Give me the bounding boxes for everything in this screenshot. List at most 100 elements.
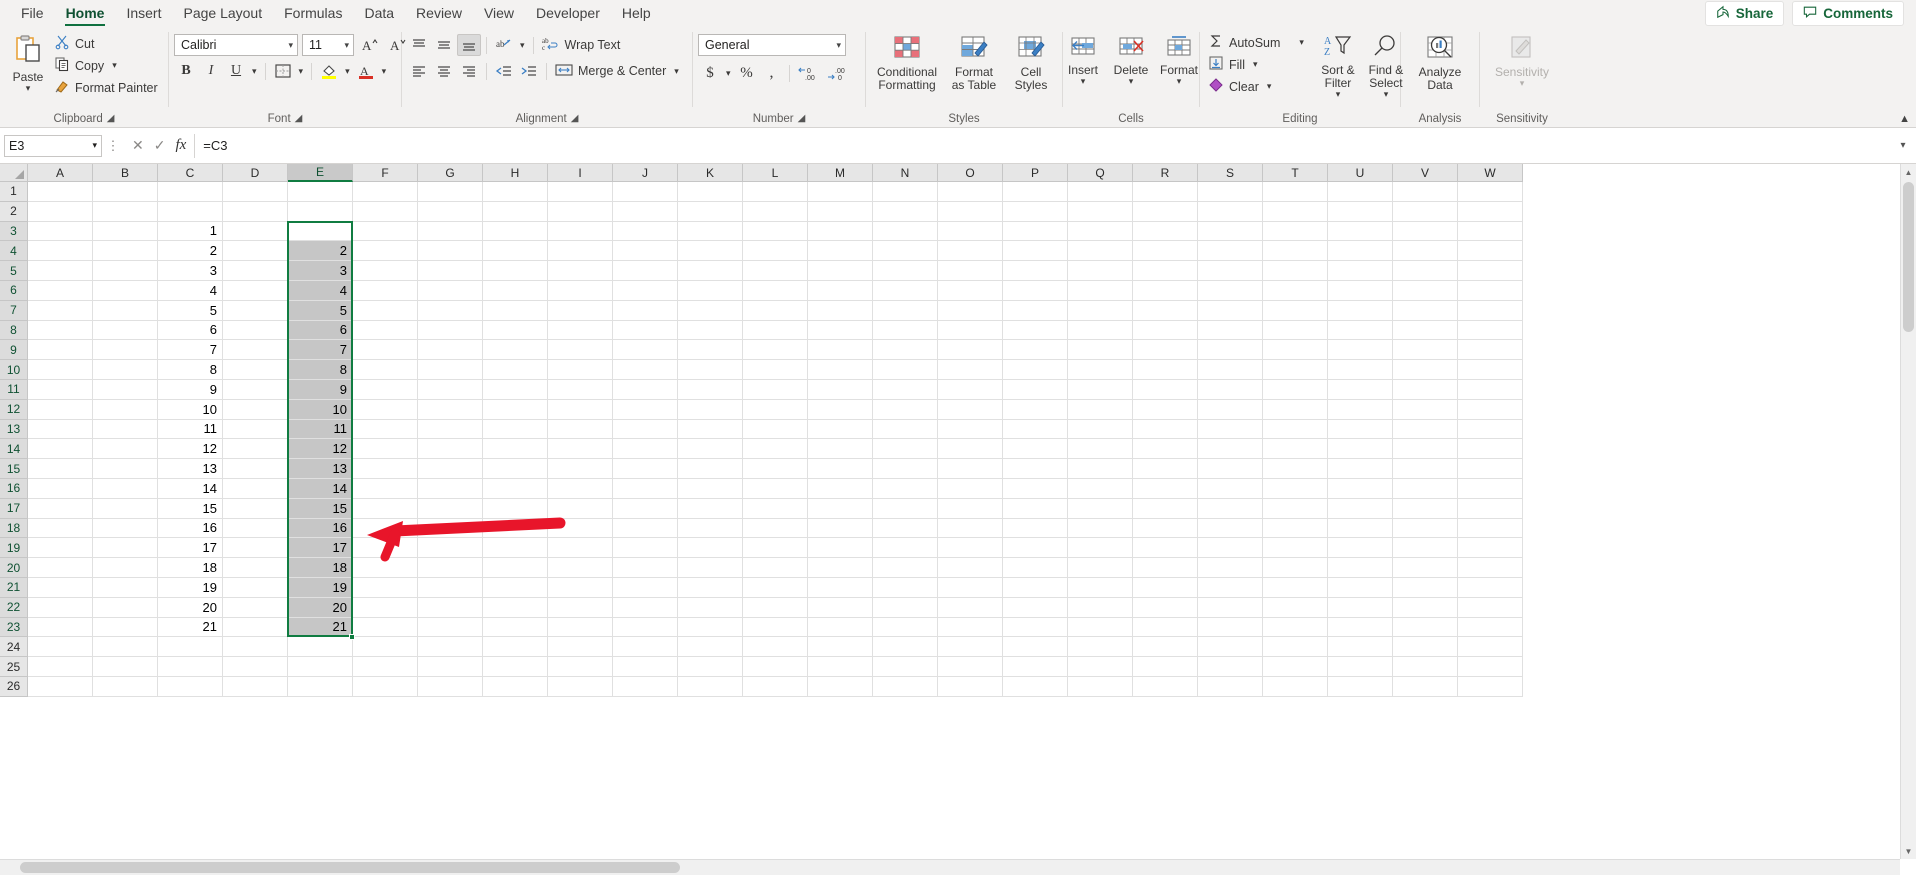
cell-N14[interactable]	[873, 439, 938, 460]
cell-K14[interactable]	[678, 439, 743, 460]
cell-A22[interactable]	[28, 597, 93, 618]
cell-Q19[interactable]	[1068, 538, 1133, 559]
cell-F4[interactable]	[353, 241, 418, 262]
cell-W9[interactable]	[1458, 340, 1523, 361]
cell-B3[interactable]	[93, 221, 158, 242]
cell-I24[interactable]	[548, 637, 613, 658]
delete-chevron-down-icon[interactable]: ▾	[1129, 77, 1134, 86]
cell-A11[interactable]	[28, 379, 93, 400]
cell-R2[interactable]	[1133, 201, 1198, 222]
row-header-19[interactable]: 19	[0, 538, 28, 559]
cell-B19[interactable]	[93, 538, 158, 559]
column-header-S[interactable]: S	[1198, 164, 1263, 182]
cell-T23[interactable]	[1263, 617, 1328, 638]
cell-G13[interactable]	[418, 419, 483, 440]
cell-A26[interactable]	[28, 676, 93, 697]
cell-H23[interactable]	[483, 617, 548, 638]
bold-button[interactable]: B	[174, 60, 198, 82]
cell-Q4[interactable]	[1068, 241, 1133, 262]
comma-format-button[interactable]: ,	[760, 62, 784, 84]
cell-B2[interactable]	[93, 201, 158, 222]
cell-S14[interactable]	[1198, 439, 1263, 460]
cell-M23[interactable]	[808, 617, 873, 638]
cell-V15[interactable]	[1393, 459, 1458, 479]
cell-S26[interactable]	[1198, 676, 1263, 697]
cell-V1[interactable]	[1393, 182, 1458, 202]
cell-U23[interactable]	[1328, 617, 1393, 638]
cell-R8[interactable]	[1133, 320, 1198, 341]
increase-indent-button[interactable]	[517, 60, 541, 82]
cell-A17[interactable]	[28, 498, 93, 519]
cell-Q15[interactable]	[1068, 459, 1133, 479]
cell-E7[interactable]: 5	[288, 300, 353, 321]
cell-G24[interactable]	[418, 637, 483, 658]
cell-O12[interactable]	[938, 399, 1003, 420]
cell-U7[interactable]	[1328, 300, 1393, 321]
cell-B8[interactable]	[93, 320, 158, 341]
cell-W7[interactable]	[1458, 300, 1523, 321]
formula-input[interactable]: =C3	[194, 133, 1894, 158]
cell-H19[interactable]	[483, 538, 548, 559]
cell-L26[interactable]	[743, 676, 808, 697]
cell-A24[interactable]	[28, 637, 93, 658]
cell-G12[interactable]	[418, 399, 483, 420]
cell-F18[interactable]	[353, 518, 418, 539]
cell-C13[interactable]: 11	[158, 419, 223, 440]
cell-S16[interactable]	[1198, 478, 1263, 499]
tab-file[interactable]: File	[10, 2, 55, 24]
row-header-10[interactable]: 10	[0, 360, 28, 380]
cell-M25[interactable]	[808, 657, 873, 677]
cell-G22[interactable]	[418, 597, 483, 618]
cell-U15[interactable]	[1328, 459, 1393, 479]
cell-C16[interactable]: 14	[158, 478, 223, 499]
cell-B5[interactable]	[93, 261, 158, 281]
cell-R19[interactable]	[1133, 538, 1198, 559]
number-format-select[interactable]: General ▾	[698, 34, 846, 56]
cell-K20[interactable]	[678, 558, 743, 578]
cell-W20[interactable]	[1458, 558, 1523, 578]
cell-C6[interactable]: 4	[158, 280, 223, 301]
cell-T13[interactable]	[1263, 419, 1328, 440]
cell-C14[interactable]: 12	[158, 439, 223, 460]
cell-N8[interactable]	[873, 320, 938, 341]
cell-M26[interactable]	[808, 676, 873, 697]
cell-R17[interactable]	[1133, 498, 1198, 519]
cell-K10[interactable]	[678, 360, 743, 380]
wrap-text-button[interactable]: ab c Wrap Text	[539, 35, 627, 56]
cell-Q11[interactable]	[1068, 379, 1133, 400]
enter-icon[interactable]: ✓	[154, 137, 166, 154]
cell-B16[interactable]	[93, 478, 158, 499]
cell-K6[interactable]	[678, 280, 743, 301]
format-cells-button[interactable]: Format ▾	[1156, 32, 1202, 89]
cell-R13[interactable]	[1133, 419, 1198, 440]
cell-O22[interactable]	[938, 597, 1003, 618]
cell-J3[interactable]	[613, 221, 678, 242]
cell-I26[interactable]	[548, 676, 613, 697]
cell-J19[interactable]	[613, 538, 678, 559]
cell-M12[interactable]	[808, 399, 873, 420]
decrease-decimal-button[interactable]: .00 0	[824, 62, 852, 84]
row-header-25[interactable]: 25	[0, 657, 28, 677]
delete-cells-button[interactable]: Delete ▾	[1108, 32, 1154, 89]
cell-C24[interactable]	[158, 637, 223, 658]
cell-S7[interactable]	[1198, 300, 1263, 321]
cell-W15[interactable]	[1458, 459, 1523, 479]
cell-J4[interactable]	[613, 241, 678, 262]
cell-V19[interactable]	[1393, 538, 1458, 559]
cell-B6[interactable]	[93, 280, 158, 301]
cell-G1[interactable]	[418, 182, 483, 202]
cell-F15[interactable]	[353, 459, 418, 479]
cell-N13[interactable]	[873, 419, 938, 440]
cell-V26[interactable]	[1393, 676, 1458, 697]
cell-U8[interactable]	[1328, 320, 1393, 341]
cell-O14[interactable]	[938, 439, 1003, 460]
tab-home[interactable]: Home	[55, 2, 116, 27]
cell-E14[interactable]: 12	[288, 439, 353, 460]
analyze-data-button[interactable]: Analyze Data	[1406, 32, 1474, 95]
cell-O25[interactable]	[938, 657, 1003, 677]
cell-O10[interactable]	[938, 360, 1003, 380]
cell-K5[interactable]	[678, 261, 743, 281]
row-header-8[interactable]: 8	[0, 320, 28, 341]
cell-V4[interactable]	[1393, 241, 1458, 262]
column-header-J[interactable]: J	[613, 164, 678, 182]
